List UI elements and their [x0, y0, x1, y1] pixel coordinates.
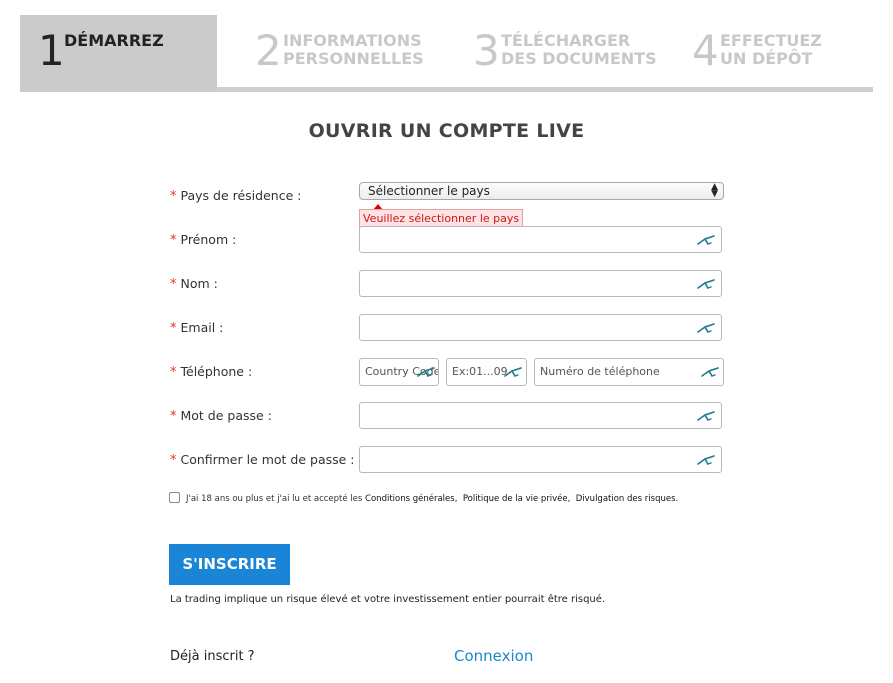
step-2-personal-info: 2 INFORMATIONS PERSONNELLES [255, 15, 455, 87]
already-registered-text: Déjà inscrit ? [170, 649, 255, 664]
edit-pen-icon [701, 367, 719, 377]
step-4-deposit: 4 EFFECTUEZ UN DÉPÔT [692, 15, 872, 87]
phone-number-input[interactable]: Numéro de téléphone [534, 358, 724, 386]
country-select-value: Sélectionner le pays [368, 184, 490, 198]
privacy-policy-link[interactable]: Politique de la vie privée, [463, 494, 571, 504]
edit-pen-icon [697, 411, 715, 421]
step-number: 2 [255, 26, 282, 75]
firstname-label: * Prénom : [170, 232, 237, 248]
email-label: * Email : [170, 320, 224, 336]
registration-steps: 1 DÉMARREZ 2 INFORMATIONS PERSONNELLES 3 … [20, 15, 873, 92]
page-title: OUVRIR UN COMPTE LIVE [308, 120, 585, 142]
password-input[interactable] [359, 402, 722, 429]
confirm-password-input[interactable] [359, 446, 722, 473]
edit-pen-icon [697, 455, 715, 465]
lastname-label: * Nom : [170, 276, 218, 292]
step-number: 4 [692, 26, 719, 75]
country-label: * Pays de résidence : [170, 188, 302, 204]
area-code-placeholder: Ex:01...09 [452, 365, 508, 378]
risk-warning: La trading implique un risque élevé et v… [170, 594, 606, 605]
login-link[interactable]: Connexion [454, 647, 533, 665]
step-number: 1 [38, 26, 65, 75]
edit-pen-icon [417, 367, 435, 377]
register-button[interactable]: S'INSCRIRE [169, 544, 290, 585]
step-label: EFFECTUEZ UN DÉPÔT [720, 31, 822, 68]
edit-pen-icon [697, 323, 715, 333]
step-number: 3 [473, 26, 500, 75]
confirm-password-label: * Confirmer le mot de passe : [170, 452, 355, 468]
terms-text: J'ai 18 ans ou plus et j'ai lu et accept… [186, 494, 679, 504]
phone-number-placeholder: Numéro de téléphone [540, 365, 660, 378]
country-select[interactable]: Sélectionner le pays ▲ ▼ [359, 182, 724, 200]
firstname-input[interactable] [359, 226, 722, 253]
phone-country-code-input[interactable]: Country Code [359, 358, 439, 386]
lastname-input[interactable] [359, 270, 722, 297]
edit-pen-icon [697, 279, 715, 289]
phone-label: * Téléphone : [170, 364, 253, 380]
select-arrows-icon: ▲ ▼ [711, 182, 718, 199]
step-1-start: 1 DÉMARREZ [20, 15, 217, 92]
step-3-upload-documents: 3 TÉLÉCHARGER DES DOCUMENTS [473, 15, 683, 87]
edit-pen-icon [697, 235, 715, 245]
terms-checkbox[interactable] [169, 492, 180, 503]
edit-pen-icon [504, 367, 522, 377]
risk-disclosure-link[interactable]: Divulgation des risques. [576, 494, 678, 504]
step-label: INFORMATIONS PERSONNELLES [283, 31, 424, 68]
step-label: DÉMARREZ [64, 31, 164, 50]
step-label: TÉLÉCHARGER DES DOCUMENTS [501, 31, 657, 68]
password-label: * Mot de passe : [170, 408, 272, 424]
phone-area-code-input[interactable]: Ex:01...09 [446, 358, 527, 386]
terms-conditions-link[interactable]: Conditions générales, [365, 494, 457, 504]
email-input[interactable] [359, 314, 722, 341]
